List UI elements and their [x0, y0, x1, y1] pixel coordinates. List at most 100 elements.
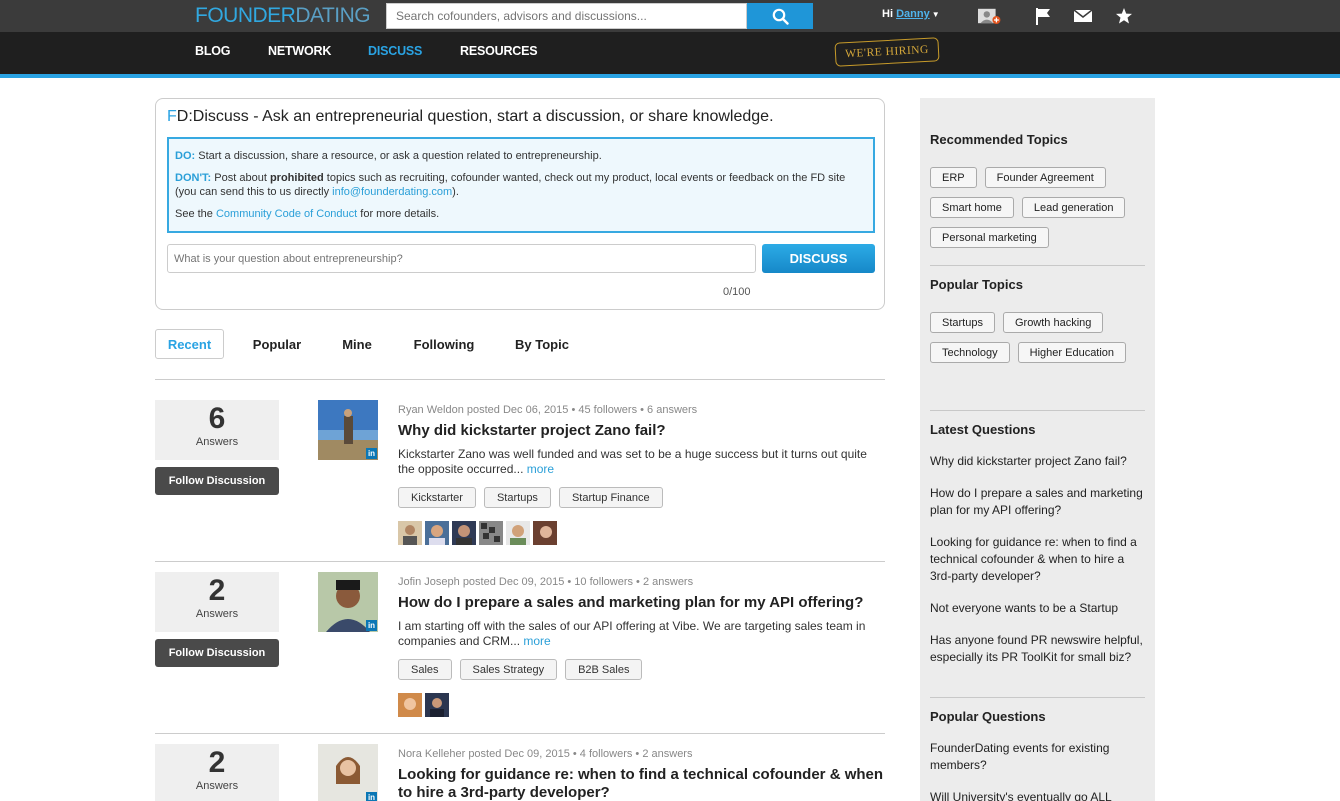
avatar[interactable]: in [318, 744, 378, 801]
discussion-title[interactable]: Why did kickstarter project Zano fail? [398, 422, 885, 440]
latest-question-link[interactable]: Looking for guidance re: when to find a … [930, 534, 1145, 585]
topic-tag[interactable]: B2B Sales [565, 659, 643, 680]
flag-icon[interactable] [1031, 5, 1055, 27]
divider [155, 561, 885, 562]
answer-count: 2 [208, 574, 226, 607]
logo[interactable]: FOUNDERDATING [195, 4, 371, 28]
post-meta: Jofin Joseph posted Dec 09, 2015 • 10 fo… [398, 576, 694, 588]
tab-popular[interactable]: Popular [242, 329, 312, 359]
topic-tag[interactable]: Smart home [930, 197, 1014, 218]
star-icon[interactable] [1112, 5, 1136, 27]
rule-see: See the Community Code of Conduct for mo… [175, 207, 867, 221]
topic-tag[interactable]: Sales [398, 659, 452, 680]
greeting-text: Hi [882, 8, 893, 20]
top-bar: FOUNDERDATING Hi Danny▼ [0, 0, 1340, 32]
discussion-item: 2 Answers in Nora Kelleher posted Dec 09… [155, 744, 885, 801]
discussion-title[interactable]: How do I prepare a sales and marketing p… [398, 594, 885, 612]
follower-avatar[interactable] [425, 693, 449, 717]
follow-discussion-button[interactable]: Follow Discussion [155, 639, 279, 667]
tab-recent[interactable]: Recent [155, 329, 224, 359]
nav-accent-bar [0, 74, 1340, 78]
topic-tag[interactable]: Personal marketing [930, 227, 1049, 248]
more-link[interactable]: more [527, 462, 554, 476]
answer-count-box[interactable]: 6 Answers [155, 400, 279, 460]
latest-question-link[interactable]: Not everyone wants to be a Startup [930, 600, 1145, 617]
search-icon [772, 8, 789, 25]
discussion-title[interactable]: Looking for guidance re: when to find a … [398, 766, 885, 801]
popular-topics: Startups Growth hacking Technology Highe… [930, 312, 1145, 363]
latest-question-link[interactable]: Has anyone found PR newswire helpful, es… [930, 632, 1145, 666]
ask-title-text: D:Discuss - Ask an entrepreneurial quest… [176, 108, 774, 125]
search-button[interactable] [747, 3, 813, 29]
see-text-1: See the [175, 208, 216, 220]
question-input[interactable] [167, 244, 756, 273]
tab-mine[interactable]: Mine [330, 329, 384, 359]
answer-count: 2 [208, 746, 226, 779]
do-text: Start a discussion, share a resource, or… [195, 150, 602, 162]
nav-blog[interactable]: BLOG [195, 44, 231, 58]
more-link[interactable]: more [523, 634, 550, 648]
topic-tag[interactable]: Lead generation [1021, 197, 1126, 218]
tab-following[interactable]: Following [402, 329, 486, 359]
email-link[interactable]: info@founderdating.com [332, 186, 452, 198]
post-meta: Nora Kelleher posted Dec 09, 2015 • 4 fo… [398, 748, 693, 760]
tag-list: Sales Sales Strategy B2B Sales [398, 659, 643, 680]
linkedin-icon: in [366, 620, 377, 631]
linkedin-icon: in [366, 792, 377, 801]
follower-avatar[interactable] [506, 521, 530, 545]
dont-text-3: ). [452, 186, 459, 198]
user-name-link[interactable]: Danny [896, 8, 930, 20]
latest-question-link[interactable]: How do I prepare a sales and marketing p… [930, 485, 1145, 519]
dont-bold: prohibited [269, 172, 324, 184]
latest-question-link[interactable]: Why did kickstarter project Zano fail? [930, 453, 1145, 470]
follower-avatar[interactable] [398, 693, 422, 717]
ask-question-panel: FD:Discuss - Ask an entrepreneurial ques… [155, 98, 885, 310]
search-bar [386, 3, 813, 29]
topic-tag[interactable]: Technology [930, 342, 1010, 363]
nav-resources[interactable]: RESOURCES [460, 44, 538, 58]
discussion-item: 2 Answers Follow Discussion in Jofin Jos… [155, 572, 885, 722]
tab-by-topic[interactable]: By Topic [504, 329, 580, 359]
code-of-conduct-link[interactable]: Community Code of Conduct [216, 208, 357, 220]
topic-tag[interactable]: Founder Agreement [984, 167, 1106, 188]
follower-avatar[interactable] [398, 521, 422, 545]
answer-count-box[interactable]: 2 Answers [155, 572, 279, 632]
posting-rules: DO: Start a discussion, share a resource… [167, 137, 875, 233]
follower-avatar[interactable] [479, 521, 503, 545]
search-input[interactable] [386, 3, 747, 29]
follower-avatar[interactable] [425, 521, 449, 545]
topic-tag[interactable]: Sales Strategy [459, 659, 558, 680]
avatar[interactable]: in [318, 400, 378, 460]
sidebar: Recommended Topics ERP Founder Agreement… [920, 98, 1155, 801]
topic-tag[interactable]: Kickstarter [398, 487, 476, 508]
nav-network[interactable]: NETWORK [268, 44, 331, 58]
follower-avatar[interactable] [533, 521, 557, 545]
see-text-2: for more details. [357, 208, 440, 220]
user-menu[interactable]: Hi Danny ▼ [882, 8, 940, 20]
divider [155, 379, 885, 380]
topic-tag[interactable]: Growth hacking [1002, 312, 1104, 333]
char-counter: 0/100 [723, 286, 751, 298]
topic-tag[interactable]: Startup Finance [558, 487, 663, 508]
answer-count-box[interactable]: 2 Answers [155, 744, 279, 801]
topic-tag[interactable]: Startups [930, 312, 995, 333]
divider [155, 733, 885, 734]
follower-avatar[interactable] [452, 521, 476, 545]
topic-tag[interactable]: ERP [930, 167, 977, 188]
logo-dating: DATING [295, 4, 371, 27]
topic-tag[interactable]: Startups [483, 487, 551, 508]
user-add-icon[interactable] [978, 5, 1002, 27]
sidebar-divider [930, 697, 1145, 698]
dont-label: DON'T: [175, 172, 212, 184]
excerpt-text: Kickstarter Zano was well funded and was… [398, 447, 867, 476]
popular-question-link[interactable]: FounderDating events for existing member… [930, 740, 1145, 774]
follow-discussion-button[interactable]: Follow Discussion [155, 467, 279, 495]
popular-question-link[interactable]: Will University's eventually go ALL [930, 789, 1145, 801]
mail-icon[interactable] [1071, 5, 1095, 27]
discuss-button[interactable]: DISCUSS [762, 244, 875, 273]
popular-questions-title: Popular Questions [930, 709, 1046, 724]
avatar[interactable]: in [318, 572, 378, 632]
rule-do: DO: Start a discussion, share a resource… [175, 149, 867, 163]
nav-discuss[interactable]: DISCUSS [368, 44, 422, 58]
topic-tag[interactable]: Higher Education [1017, 342, 1127, 363]
